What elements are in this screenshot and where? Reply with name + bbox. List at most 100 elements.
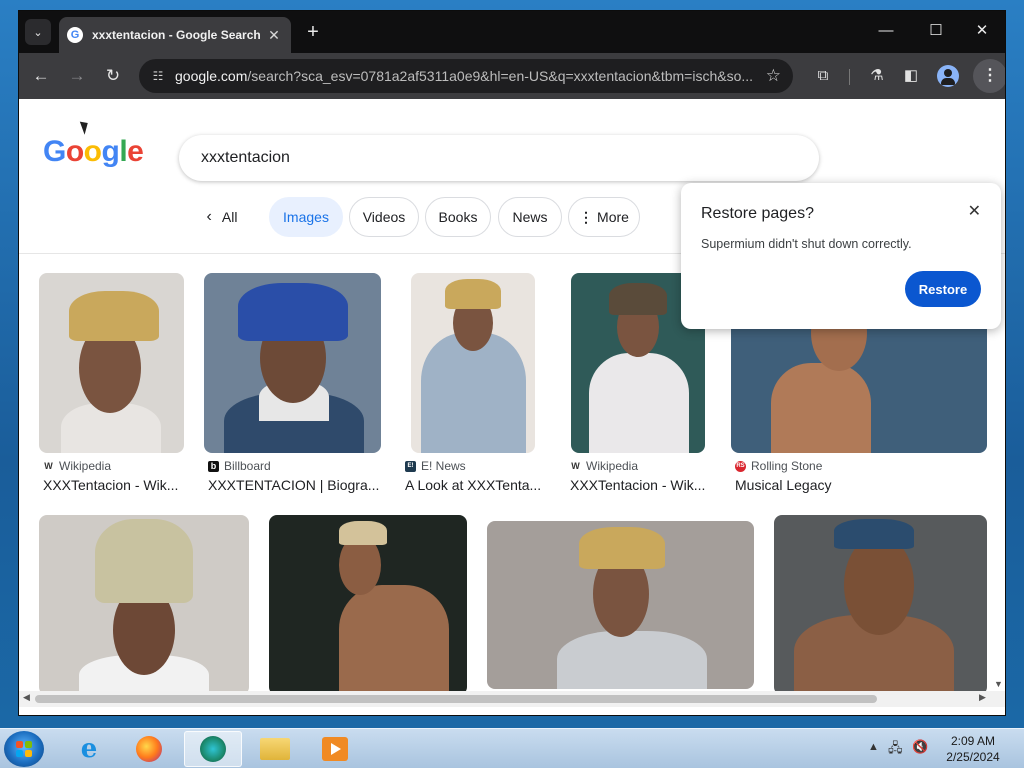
tab-close-icon[interactable]: ✕ bbox=[265, 27, 283, 44]
result-source[interactable]: W Wikipedia bbox=[570, 459, 638, 473]
result-caption[interactable]: XXXTENTACION | Biogra... bbox=[208, 477, 384, 493]
reload-icon[interactable]: ↻ bbox=[101, 64, 125, 88]
image-subject-torso bbox=[339, 585, 449, 695]
result-image[interactable] bbox=[487, 521, 754, 689]
profile-avatar-icon[interactable] bbox=[937, 65, 959, 87]
file-explorer-icon[interactable] bbox=[250, 731, 300, 767]
back-arrow-icon[interactable]: ← bbox=[29, 64, 53, 88]
image-subject-hair bbox=[609, 283, 667, 315]
volume-muted-icon[interactable]: 🔇 bbox=[912, 739, 928, 755]
clock-date: 2/25/2024 bbox=[946, 750, 1000, 764]
result-source-name: E! News bbox=[421, 459, 466, 473]
chip-videos[interactable]: Videos bbox=[349, 197, 419, 237]
new-tab-button[interactable]: + bbox=[301, 21, 325, 43]
result-source-name: Wikipedia bbox=[586, 459, 639, 473]
image-subject-jacket bbox=[421, 333, 526, 453]
scroll-left-icon[interactable]: ◀ bbox=[23, 692, 30, 703]
windows-logo-icon bbox=[16, 741, 32, 757]
close-window-button[interactable]: ✕ bbox=[959, 19, 1005, 43]
chip-all-label: All bbox=[221, 209, 238, 225]
clock-time: 2:09 AM bbox=[950, 734, 996, 748]
system-clock[interactable]: 2:09 AM 2/25/2024 bbox=[928, 733, 1018, 765]
minimize-button[interactable]: — bbox=[863, 19, 909, 43]
image-subject-face bbox=[844, 535, 914, 635]
labs-flask-icon[interactable]: ⚗ bbox=[865, 64, 889, 88]
result-caption[interactable]: XXXTentacion - Wik... bbox=[570, 477, 710, 493]
image-subject-shirt bbox=[589, 353, 689, 453]
bookmark-star-icon[interactable]: ☆ bbox=[766, 66, 781, 86]
wikipedia-icon: W bbox=[571, 461, 580, 471]
chip-books[interactable]: Books bbox=[425, 197, 491, 237]
result-image[interactable] bbox=[411, 273, 535, 453]
result-image[interactable] bbox=[39, 515, 249, 695]
site-info-icon[interactable]: ☷ bbox=[149, 67, 167, 85]
result-source[interactable]: b Billboard bbox=[208, 459, 271, 473]
restore-pages-dialog: Restore pages? ✕ Supermium didn't shut d… bbox=[681, 183, 1001, 329]
image-subject-hair bbox=[69, 291, 159, 341]
rolling-stone-icon: RS bbox=[735, 460, 746, 472]
image-subject-hair bbox=[95, 519, 193, 603]
image-subject-hair bbox=[238, 283, 348, 341]
chip-all[interactable]: ‹ All bbox=[189, 197, 255, 237]
result-image[interactable] bbox=[39, 273, 184, 453]
logo-letter: G bbox=[43, 135, 66, 168]
browser-menu-icon[interactable]: ⋮ bbox=[973, 59, 1005, 93]
horizontal-scrollbar[interactable]: ◀ ▶ bbox=[19, 691, 1005, 707]
logo-letter: o bbox=[83, 135, 102, 168]
image-subject-torso bbox=[771, 363, 871, 453]
browser-window: ⌄ G xxxtentacion - Google Search ✕ + — ☐… bbox=[18, 10, 1006, 716]
tab-active[interactable]: G xxxtentacion - Google Search ✕ bbox=[59, 17, 291, 53]
maximize-button[interactable]: ☐ bbox=[913, 19, 959, 43]
extensions-icon[interactable]: ⧉ bbox=[811, 64, 835, 88]
billboard-icon: b bbox=[208, 460, 219, 472]
address-url[interactable]: google.com/search?sca_esv=0781a2af5311a0… bbox=[175, 68, 755, 84]
dialog-title: Restore pages? bbox=[701, 205, 814, 222]
firefox-icon[interactable] bbox=[124, 731, 174, 767]
image-subject-hair bbox=[834, 519, 914, 549]
result-image[interactable] bbox=[774, 515, 987, 695]
result-image[interactable] bbox=[269, 515, 467, 695]
result-source-name: Rolling Stone bbox=[751, 459, 823, 473]
result-source-name: Billboard bbox=[224, 459, 271, 473]
result-source[interactable]: E! E! News bbox=[405, 459, 466, 473]
address-bar[interactable]: ☷ google.com/search?sca_esv=0781a2af5311… bbox=[139, 59, 793, 93]
result-caption[interactable]: A Look at XXXTenta... bbox=[405, 477, 545, 493]
forward-arrow-icon[interactable]: → bbox=[65, 64, 89, 88]
network-icon[interactable]: 🖧 bbox=[888, 739, 903, 761]
chevron-left-icon: ‹ bbox=[206, 208, 212, 225]
result-source[interactable]: W Wikipedia bbox=[43, 459, 111, 473]
tab-search-button[interactable]: ⌄ bbox=[25, 19, 51, 45]
media-player-icon[interactable] bbox=[310, 731, 360, 767]
scroll-down-icon[interactable]: ▼ bbox=[994, 679, 1003, 689]
search-input[interactable]: xxxtentacion bbox=[179, 135, 819, 181]
google-favicon-icon: G bbox=[67, 27, 83, 43]
taskbar: e ▲ 🖧 🔇 2:09 AM 2/25/2024 bbox=[0, 728, 1024, 768]
logo-letter: o bbox=[65, 135, 84, 168]
chip-more[interactable]: ⋮ More bbox=[568, 197, 640, 237]
supermium-browser-icon[interactable] bbox=[184, 731, 242, 767]
scrollbar-thumb[interactable] bbox=[35, 695, 877, 703]
search-results-page: Google xxxtentacion ‹ All Images Videos B… bbox=[19, 99, 1005, 715]
image-subject-jacket bbox=[557, 631, 707, 689]
result-caption[interactable]: XXXTentacion - Wik... bbox=[43, 477, 183, 493]
chip-images[interactable]: Images bbox=[269, 197, 343, 237]
enews-icon: E! bbox=[405, 460, 416, 472]
result-source-name: Wikipedia bbox=[59, 459, 112, 473]
dialog-close-icon[interactable]: ✕ bbox=[968, 201, 981, 221]
image-subject-hair bbox=[339, 521, 387, 545]
result-caption[interactable]: Musical Legacy bbox=[735, 477, 935, 493]
google-logo[interactable]: Google bbox=[43, 135, 144, 169]
side-panel-icon[interactable]: ◧ bbox=[899, 64, 923, 88]
more-dots-icon: ⋮ bbox=[579, 208, 594, 225]
image-subject-hair bbox=[579, 527, 665, 569]
restore-button[interactable]: Restore bbox=[905, 271, 981, 307]
wikipedia-icon: W bbox=[44, 461, 53, 471]
result-source[interactable]: RS Rolling Stone bbox=[735, 459, 822, 473]
chip-news[interactable]: News bbox=[498, 197, 562, 237]
start-button[interactable] bbox=[4, 731, 44, 767]
tab-title: xxxtentacion - Google Search bbox=[92, 28, 261, 42]
result-image[interactable] bbox=[204, 273, 381, 453]
scroll-right-icon[interactable]: ▶ bbox=[979, 692, 986, 703]
internet-explorer-icon[interactable]: e bbox=[64, 731, 114, 767]
show-hidden-icons-icon[interactable]: ▲ bbox=[868, 741, 879, 753]
